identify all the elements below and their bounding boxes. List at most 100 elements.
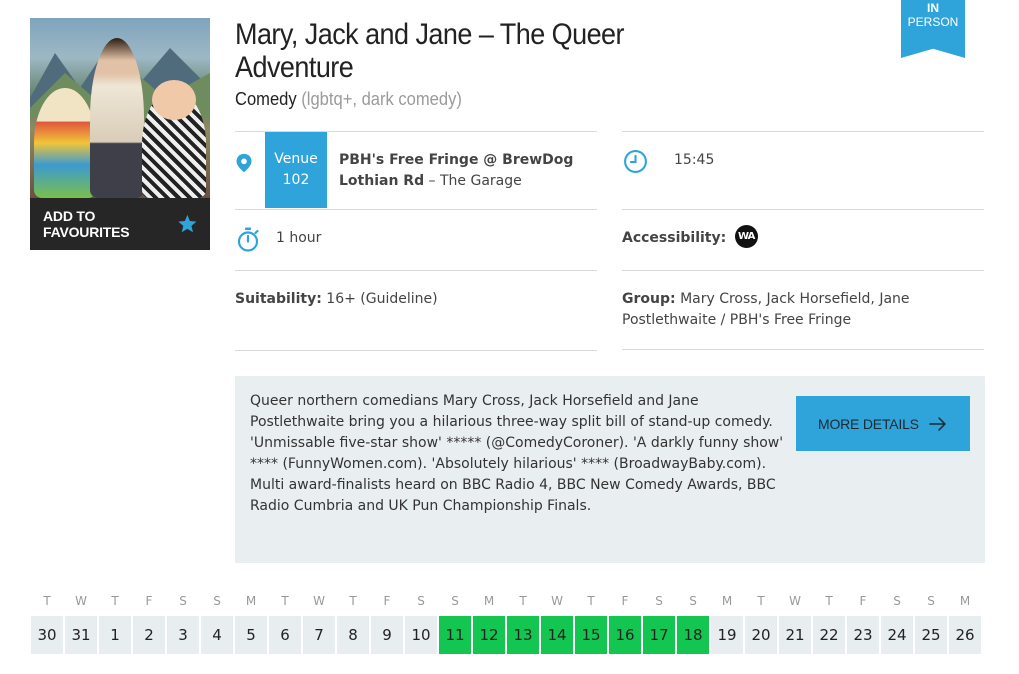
calendar-day-performance[interactable]: 15 [575, 616, 607, 654]
calendar-weekday-label: W [75, 594, 87, 608]
calendar-day: 2 [133, 616, 165, 654]
calendar-day: 22 [813, 616, 845, 654]
divider [622, 270, 984, 271]
calendar-day: 10 [405, 616, 437, 654]
calendar-day-column: W 31 [64, 594, 98, 654]
calendar-day-column: W 14 [540, 594, 574, 654]
calendar-day-column: T8 [336, 594, 370, 654]
more-details-label: MORE DETAILS [818, 415, 919, 432]
venue-number-badge[interactable]: Venue 102 [265, 132, 327, 208]
group-label: Group: [622, 291, 676, 307]
calendar-weekday-label: T [825, 594, 833, 608]
calendar-day-column: W 21 [778, 594, 812, 654]
calendar-day-column: F 23 [846, 594, 880, 654]
calendar-day-performance[interactable]: 17 [643, 616, 675, 654]
calendar-weekday-label: M [245, 594, 257, 608]
performance-calendar: T 30 W 31 T 1 F 2 S 3 S 4 M 5 T 6 W 7 T 8 F 9 S 10 S 11 M 12 T 13 W 14 T… [30, 594, 982, 654]
calendar-day: 26 [949, 616, 981, 654]
calendar-day-performance[interactable]: 14 [541, 616, 573, 654]
suitability-info: Suitability: 16+ (Guideline) [235, 289, 438, 310]
divider [622, 131, 984, 132]
calendar-day-column: S 18 [676, 594, 710, 654]
calendar-weekday-label: S [417, 594, 425, 608]
calendar-day: 6 [269, 616, 301, 654]
wheelchair-access-badge[interactable]: WA [734, 225, 758, 248]
calendar-day: 9 [371, 616, 403, 654]
calendar-weekday-label: W [551, 594, 563, 608]
in-person-badge: IN PERSON [901, 0, 965, 58]
calendar-day-column: T1 [98, 594, 132, 654]
venue-room: – The Garage [428, 173, 522, 189]
in-person-badge-line2: PERSON [907, 15, 959, 29]
calendar-weekday-label: T [43, 594, 51, 608]
divider [622, 209, 984, 210]
calendar-day-column: T 20 [744, 594, 778, 654]
calendar-weekday-label: F [145, 594, 153, 608]
calendar-weekday-label: F [859, 594, 867, 608]
calendar-weekday-label: T [281, 594, 289, 608]
calendar-weekday-label: T [349, 594, 357, 608]
calendar-weekday-label: T [519, 594, 527, 608]
calendar-day-performance[interactable]: 11 [439, 616, 471, 654]
calendar-weekday-label: S [689, 594, 697, 608]
calendar-day: 25 [915, 616, 947, 654]
calendar-day: 5 [235, 616, 267, 654]
genre-tags: (lgbtq+, dark comedy) [301, 89, 462, 109]
calendar-day: 31 [65, 616, 97, 654]
show-genre: Comedy (lgbtq+, dark comedy) [235, 89, 462, 110]
add-to-favourites-label: ADD TO FAVOURITES [43, 208, 130, 240]
calendar-day: 4 [201, 616, 233, 654]
poster-performer-right-face [152, 80, 196, 120]
calendar-day-performance[interactable]: 12 [473, 616, 505, 654]
genre-label: Comedy [235, 89, 297, 109]
calendar-day-column: M 12 [472, 594, 506, 654]
more-details-button[interactable]: MORE DETAILS [796, 396, 970, 451]
calendar-day-column: F 16 [608, 594, 642, 654]
in-person-badge-line1: IN [927, 1, 939, 15]
calendar-weekday-label: F [383, 594, 391, 608]
description-panel: Queer northern comedians Mary Cross, Jac… [235, 376, 985, 563]
divider [235, 209, 597, 210]
calendar-day: 3 [167, 616, 199, 654]
calendar-day-column: T 30 [30, 594, 64, 654]
calendar-weekday-label: S [927, 594, 935, 608]
poster-performer-left [34, 88, 96, 198]
calendar-weekday-label: W [313, 594, 325, 608]
divider [235, 270, 597, 271]
calendar-day-column: S 24 [880, 594, 914, 654]
calendar-weekday-label: M [483, 594, 495, 608]
calendar-day-column: S 10 [404, 594, 438, 654]
star-icon [178, 214, 197, 233]
arrow-right-icon [929, 417, 946, 431]
divider [622, 349, 984, 350]
calendar-day-performance[interactable]: 16 [609, 616, 641, 654]
show-title: Mary, Jack and Jane – The Queer Adventur… [235, 18, 625, 84]
add-to-favourites-button[interactable]: ADD TO FAVOURITES [30, 198, 210, 250]
calendar-day-performance[interactable]: 18 [677, 616, 709, 654]
calendar-day-column: F9 [370, 594, 404, 654]
calendar-weekday-label: S [655, 594, 663, 608]
group-info: Group: Mary Cross, Jack Horsefield, Jane… [622, 289, 952, 331]
divider [235, 350, 597, 351]
calendar-day-performance[interactable]: 13 [507, 616, 539, 654]
calendar-weekday-label: S [213, 594, 221, 608]
suitability-label: Suitability: [235, 291, 322, 307]
calendar-day-column: M 19 [710, 594, 744, 654]
calendar-weekday-label: W [789, 594, 801, 608]
calendar-day-column: T 13 [506, 594, 540, 654]
calendar-day: 8 [337, 616, 369, 654]
calendar-weekday-label: F [621, 594, 629, 608]
calendar-day: 23 [847, 616, 879, 654]
calendar-day-column: S 11 [438, 594, 472, 654]
calendar-weekday-label: S [451, 594, 459, 608]
calendar-day: 21 [779, 616, 811, 654]
venue-details[interactable]: PBH's Free Fringe @ BrewDog Lothian Rd –… [339, 150, 589, 192]
calendar-weekday-label: S [893, 594, 901, 608]
stopwatch-icon [237, 227, 259, 252]
show-description: Queer northern comedians Mary Cross, Jac… [250, 393, 784, 514]
calendar-day-column: F2 [132, 594, 166, 654]
calendar-day-column: S4 [200, 594, 234, 654]
suitability-value: 16+ (Guideline) [326, 291, 438, 307]
calendar-weekday-label: T [757, 594, 765, 608]
show-duration: 1 hour [276, 230, 322, 246]
